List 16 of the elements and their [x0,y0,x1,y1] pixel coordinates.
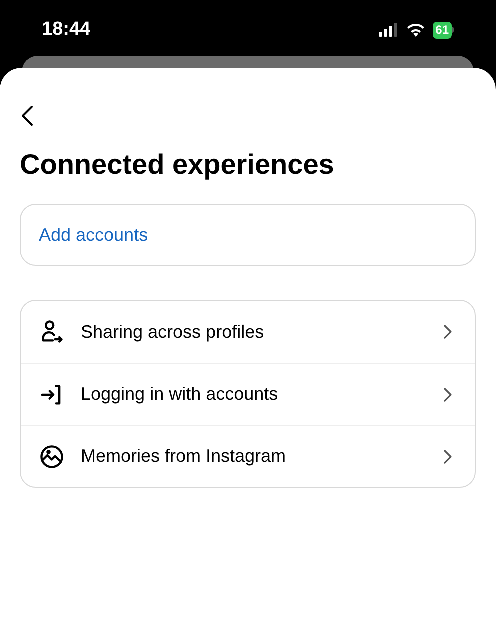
settings-row[interactable]: Sharing across profiles [21,301,475,363]
image-icon [39,444,65,470]
settings-row[interactable]: Logging in with accounts [21,363,475,425]
battery-icon: 61 [432,22,454,38]
wifi-icon [406,23,425,37]
row-label: Logging in with accounts [81,383,280,406]
settings-row[interactable]: Memories from Instagram [21,425,475,487]
page-title: Connected experiences [20,148,336,182]
status-time: 18:44 [42,18,91,42]
row-label: Memories from Instagram [81,445,288,468]
chevron-right-icon [443,386,453,402]
chevron-right-icon [443,324,453,340]
chevron-right-icon [443,448,453,464]
add-accounts-button[interactable]: Add accounts [20,204,476,266]
row-label: Sharing across profiles [81,320,266,344]
signal-icon [378,23,399,37]
